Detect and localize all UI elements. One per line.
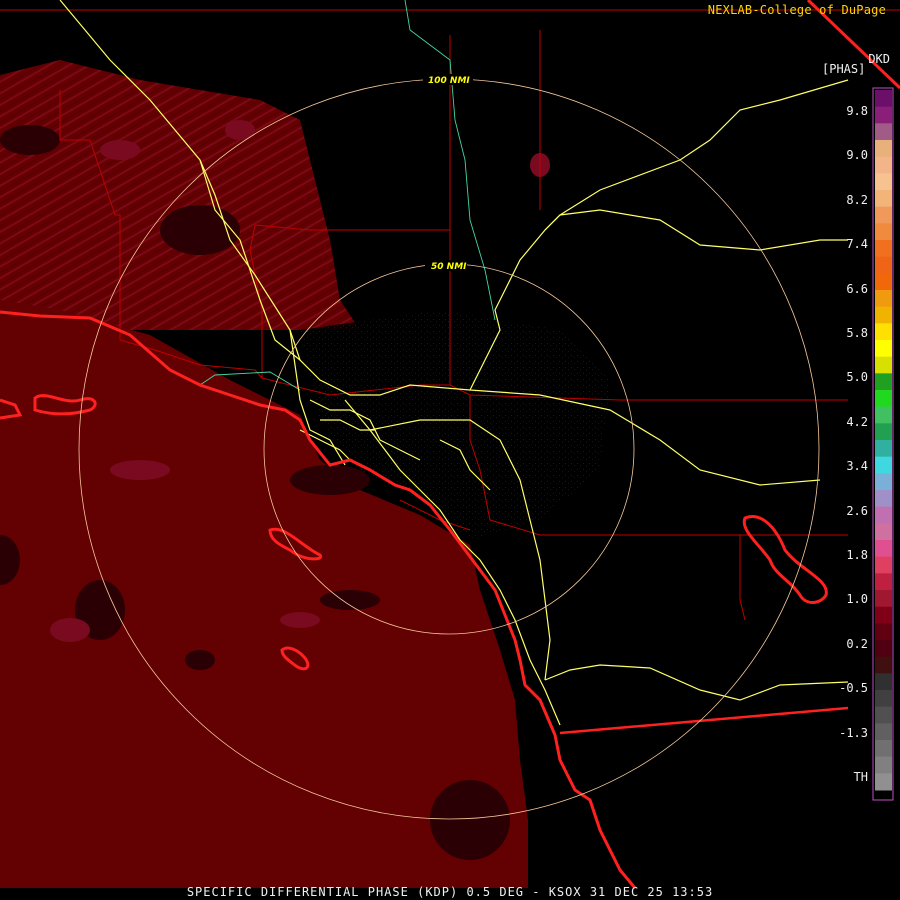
colorbar-swatch [875,673,892,691]
lake-salton-sea [742,515,828,604]
colorbar-swatch [875,773,892,791]
colorbar-swatch [875,256,892,274]
colorbar-tick-label: TH [853,770,868,784]
colorbar-swatch [875,156,892,174]
colorbar-tick-label: 1.8 [846,548,868,562]
colorbar-swatch [875,90,892,108]
colorbar-swatch [875,706,892,724]
colorbar-tick-label: 4.2 [846,414,868,429]
colorbar-swatch [875,506,892,524]
colorbar-tick-label: 3.4 [846,459,868,474]
colorbar-swatch [875,206,892,224]
colorbar-swatch [875,223,892,241]
colorbar-swatch [875,556,892,574]
colorbar-swatch [875,123,892,141]
colorbar-swatch [875,190,892,208]
colorbar-swatch [875,173,892,191]
colorbar-swatch [875,373,892,391]
colorbar-swatch [875,656,892,674]
colorbar-swatch [875,523,892,541]
colorbar-tick-label: 6.6 [846,281,868,296]
credit-label: NEXLAB-College of DuPage [707,3,886,17]
unit-label: [PHAS] [822,62,866,76]
kdp-echo-field [0,60,610,888]
colorbar-tick-label: 9.0 [846,148,868,163]
colorbar [875,90,892,791]
colorbar-tick-label: 9.8 [846,104,868,118]
colorbar-swatch [875,306,892,324]
colorbar-swatch [875,423,892,441]
colorbar-swatch [875,623,892,641]
colorbar-swatch [875,240,892,258]
colorbar-swatch [875,573,892,591]
colorbar-swatch [875,690,892,708]
colorbar-swatch [875,356,892,374]
colorbar-swatch [875,590,892,608]
colorbar-tick-label: 0.2 [846,636,868,651]
caption: SPECIFIC DIFFERENTIAL PHASE (KDP) 0.5 DE… [186,885,714,899]
colorbar-swatch [875,323,892,341]
colorbar-swatch [875,406,892,424]
colorbar-tick-label: 1.0 [846,592,868,607]
colorbar-tick-label: 2.6 [846,503,868,518]
colorbar-swatch [875,340,892,358]
colorbar-tick-label: -1.3 [839,725,868,740]
product-code: DKD [868,52,890,66]
colorbar-swatch [875,440,892,458]
colorbar-swatch [875,740,892,758]
colorbar-swatch [875,456,892,474]
us-mexico-border [559,706,849,735]
colorbar-swatch [875,390,892,408]
colorbar-swatch [875,106,892,124]
colorbar-swatch [875,606,892,624]
colorbar-tick-label: 5.8 [846,326,868,340]
colorbar-tick-label: 5.0 [846,370,868,385]
colorbar-swatch [875,290,892,308]
colorbar-swatch [875,490,892,508]
colorbar-swatch [875,273,892,291]
colorbar-swatch [875,756,892,774]
colorbar-swatch [875,723,892,741]
colorbar-swatch [875,540,892,558]
colorbar-swatch [875,140,892,158]
colorbar-tick-label: 7.4 [846,237,868,252]
radar-map: 50 NMI 100 NMI [0,0,900,889]
colorbar-swatch [875,473,892,491]
colorbar-tick-label: 8.2 [846,192,868,207]
range-ring-label-50: 50 NMI [431,262,467,272]
range-ring-label-100: 100 NMI [428,76,470,86]
colorbar-swatch [875,640,892,658]
colorbar-tick-label: -0.5 [839,681,868,696]
